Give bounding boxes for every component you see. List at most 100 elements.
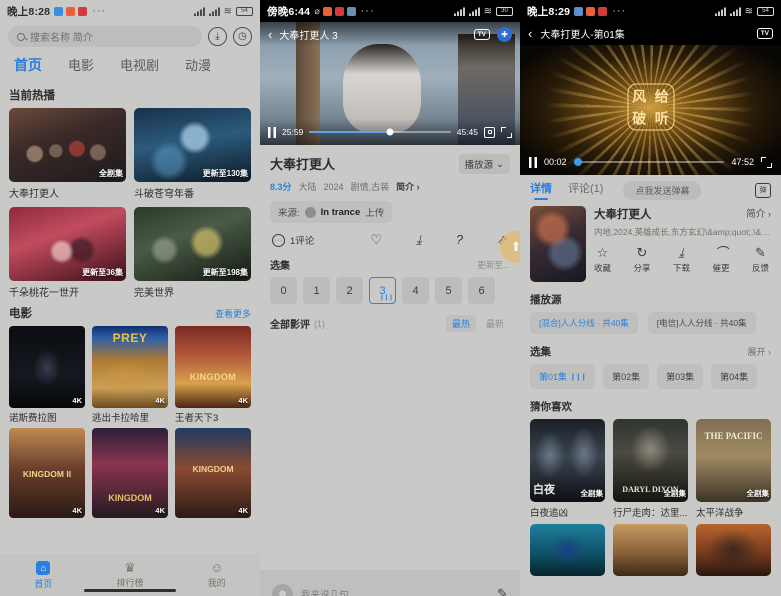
favorite-button[interactable]: ☆ 收藏	[594, 246, 611, 274]
progress-knob[interactable]	[386, 128, 394, 136]
episode-chip[interactable]: 第04集	[711, 364, 758, 389]
episode-button[interactable]: 6	[468, 277, 495, 304]
list-item[interactable]: KINGDOM II 4K	[9, 428, 85, 518]
tab-tv[interactable]: 电视剧	[120, 55, 159, 75]
player-top-bar: ‹ 大奉打更人 3 TV ✚	[260, 22, 520, 46]
list-item[interactable]: PREY 4K 逃出卡拉哈里	[92, 326, 168, 424]
title-info-row: 大奉打更人 简介 › 内地,2024,英雄成长,东方玄幻\&amp;quot;,…	[520, 200, 781, 282]
episode-section-label: 选集	[270, 261, 290, 272]
list-item[interactable]: 更新至130集 斗破苍穹年番	[134, 108, 251, 200]
request-update-button[interactable]: ⌒ 催更	[712, 246, 729, 274]
list-item[interactable]: 更新至198集 完美世界	[134, 207, 251, 299]
help-icon[interactable]: ?	[456, 232, 463, 248]
episode-chip[interactable]: 第03集	[657, 364, 704, 389]
download-button[interactable]: ⤓ 下载	[673, 246, 690, 274]
list-item[interactable]: KINGDOM 4K 王者天下3	[175, 326, 251, 424]
comment-input-bar[interactable]: ☻ 我来说几句 ✎	[260, 570, 520, 596]
episode-button[interactable]: 0	[270, 277, 297, 304]
list-item[interactable]: 更新至36集 千朵桃花一世开	[9, 207, 126, 299]
sort-hot-button[interactable]: 最热	[445, 315, 476, 332]
poster-thumbnail[interactable]	[530, 206, 586, 282]
uploader-pill[interactable]: 来源: In trance 上传	[270, 201, 393, 223]
list-item[interactable]: DARYL DIXON 全剧集 行尸走肉：达里...	[613, 419, 688, 519]
list-item[interactable]: KINGDOM 4K	[92, 428, 168, 518]
notif-icon-red	[334, 6, 344, 16]
action-label: 下载	[672, 263, 690, 273]
progress-slider[interactable]	[309, 128, 451, 136]
list-item[interactable]: 4K 诺斯费拉图	[9, 326, 85, 424]
pencil-icon[interactable]: ✎	[497, 586, 508, 596]
pause-icon[interactable]	[529, 156, 537, 168]
list-item[interactable]	[613, 524, 688, 576]
back-chevron-icon[interactable]: ‹	[528, 27, 532, 40]
episode-button[interactable]: 1	[303, 277, 330, 304]
progress-knob[interactable]	[574, 158, 583, 166]
nav-item-ranking[interactable]: ♛ 排行榜	[87, 561, 174, 589]
list-item[interactable]	[530, 524, 605, 576]
nav-item-profile[interactable]: ☺ 我的	[173, 561, 260, 589]
poster-thumbnail: 更新至198集	[134, 207, 251, 281]
badge: 更新至130集	[202, 169, 248, 178]
tab-comments[interactable]: 评论(1)	[568, 180, 603, 200]
episode-chip-selected[interactable]: 第01集 ❙❙❙	[530, 364, 596, 389]
list-item[interactable]: THE PACIFIC 全剧集 太平洋战争	[696, 419, 771, 519]
intro-link[interactable]: 简介 ›	[746, 206, 771, 220]
clock-icon[interactable]: ◷	[233, 27, 252, 46]
cast-icon[interactable]: ✚	[497, 26, 512, 42]
comment-count-button[interactable]: ··· 1评论	[272, 233, 314, 247]
tab-anime[interactable]: 动漫	[185, 55, 211, 75]
list-item[interactable]: 白夜 全剧集 白夜追凶	[530, 419, 605, 519]
fullscreen-icon[interactable]	[761, 156, 772, 168]
pip-icon[interactable]	[484, 126, 495, 138]
video-player[interactable]: ‹ 大奉打更人 3 TV ✚ 25:59 45:45	[260, 22, 520, 145]
poster-thumbnail: PREY 4K	[92, 326, 168, 408]
source-chip[interactable]: [电信]人人分线 · 共40集	[647, 312, 756, 334]
source-chip-selected[interactable]: [混合]人人分线 · 共40集	[530, 312, 638, 334]
source-count: · 共40集	[714, 318, 747, 328]
episode-update-note: 更新至...	[477, 259, 510, 270]
status-right-cluster: ≋ 30	[453, 6, 513, 17]
episode-button-selected[interactable]: 3 ❙❙❙	[369, 277, 396, 304]
search-input[interactable]: 搜索名称 简介	[8, 26, 202, 47]
tab-details[interactable]: 详情	[530, 180, 552, 200]
episode-button[interactable]: 2	[336, 277, 363, 304]
tv-cast-button[interactable]: TV	[473, 28, 490, 40]
nav-item-home[interactable]: ⌂ 首页	[0, 560, 87, 590]
poster-thumbnail: 更新至130集	[134, 108, 251, 182]
download-icon[interactable]: ⤓	[208, 27, 227, 46]
intro-link[interactable]: 简介 ›	[396, 180, 420, 193]
list-item[interactable]	[696, 524, 771, 576]
tab-home[interactable]: 首页	[14, 55, 42, 75]
list-item[interactable]: KINGDOM 4K	[175, 428, 251, 518]
fullscreen-icon[interactable]	[501, 126, 512, 138]
tab-movie[interactable]: 电影	[68, 55, 94, 75]
back-chevron-icon[interactable]: ‹	[268, 28, 272, 41]
poster-thumbnail	[613, 524, 688, 576]
feedback-pencil-icon: ✎	[754, 245, 766, 260]
progress-slider[interactable]	[573, 158, 725, 166]
tv-cast-button[interactable]: TV	[756, 28, 773, 39]
source-select-button[interactable]: 播放源 ⌄	[458, 154, 510, 174]
video-player[interactable]: 风 给 破 听 00:02 47:52	[520, 45, 781, 175]
sort-new-button[interactable]: 最新	[480, 315, 510, 332]
action-label: 收藏	[594, 263, 612, 273]
share-button[interactable]: ↻ 分享	[633, 246, 650, 274]
download-icon[interactable]: ⤓	[416, 232, 422, 248]
episode-button[interactable]: 5	[435, 277, 462, 304]
episode-button[interactable]: 4	[402, 277, 429, 304]
list-item[interactable]: 全剧集 大奉打更人	[9, 108, 126, 200]
episodes-list: 第01集 ❙❙❙ 第02集 第03集 第04集	[520, 364, 781, 389]
status-time: 晚上8:28	[7, 5, 51, 18]
favorite-icon[interactable]: ♡	[370, 232, 382, 248]
danmaku-toggle-icon[interactable]: 弹	[755, 182, 771, 198]
list-item-title: 白夜追凶	[530, 508, 569, 519]
player-title: 大奉打更人 3	[279, 30, 338, 42]
feedback-button[interactable]: ✎ 反馈	[752, 246, 769, 274]
detail-title-row: 大奉打更人 播放源 ⌄	[260, 145, 520, 174]
send-danmaku-button[interactable]: 点我发送弹幕	[623, 180, 702, 200]
see-more-link[interactable]: 查看更多	[215, 307, 251, 320]
episode-chip[interactable]: 第02集	[603, 364, 650, 389]
badge: 更新至198集	[202, 268, 248, 277]
pause-icon[interactable]	[268, 126, 276, 138]
expand-link[interactable]: 展开 ›	[748, 345, 772, 358]
